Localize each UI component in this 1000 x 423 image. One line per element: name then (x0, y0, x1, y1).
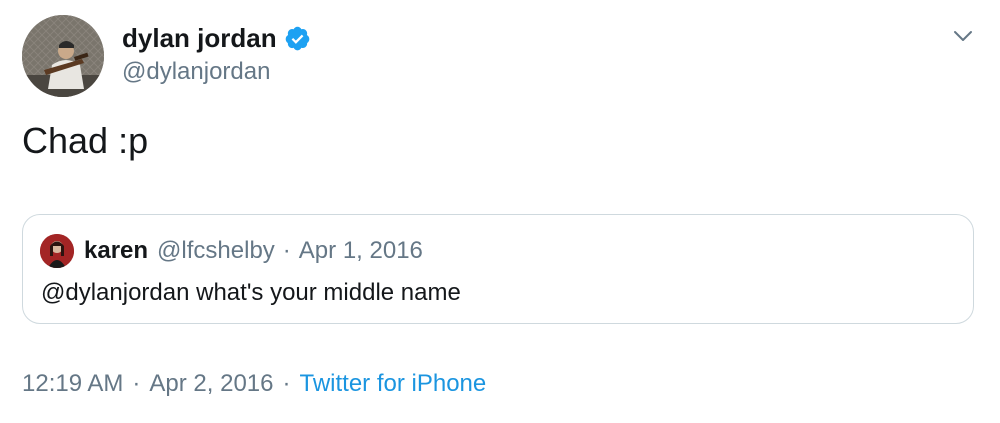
quoted-tweet[interactable]: karen @lfcshelby · Apr 1, 2016 @dylanjor… (22, 214, 974, 324)
chevron-down-icon[interactable] (951, 24, 975, 48)
tweet-metadata: 12:19 AM · Apr 2, 2016 · Twitter for iPh… (22, 367, 486, 401)
metadata-separator-2: · (282, 370, 291, 397)
author-avatar[interactable] (22, 15, 104, 97)
quoted-tweet-date[interactable]: Apr 1, 2016 (299, 237, 423, 265)
author-handle[interactable]: @dylanjordan (122, 56, 270, 88)
tweet-card: dylan jordan @dylanjordan Chad :p karen … (0, 0, 1000, 423)
quoted-tweet-text: @dylanjordan what's your middle name (41, 279, 461, 306)
tweet-date[interactable]: Apr 2, 2016 (149, 370, 273, 398)
quoted-header-separator: · (282, 237, 291, 264)
quoted-author-name[interactable]: karen (84, 237, 148, 265)
author-avatar-image (22, 15, 104, 97)
author-display-name[interactable]: dylan jordan (122, 21, 277, 55)
quoted-tweet-header: karen @lfcshelby · Apr 1, 2016 (84, 235, 423, 267)
metadata-separator-1: · (132, 370, 141, 397)
tweet-source-link[interactable]: Twitter for iPhone (300, 370, 487, 398)
quoted-author-avatar-image (40, 234, 74, 268)
author-name-row[interactable]: dylan jordan (122, 21, 311, 55)
quoted-author-handle[interactable]: @lfcshelby (157, 237, 275, 265)
tweet-text: Chad :p (22, 120, 149, 161)
quoted-author-avatar[interactable] (40, 234, 74, 268)
tweet-time[interactable]: 12:19 AM (22, 370, 123, 398)
verified-badge-icon (284, 25, 311, 52)
